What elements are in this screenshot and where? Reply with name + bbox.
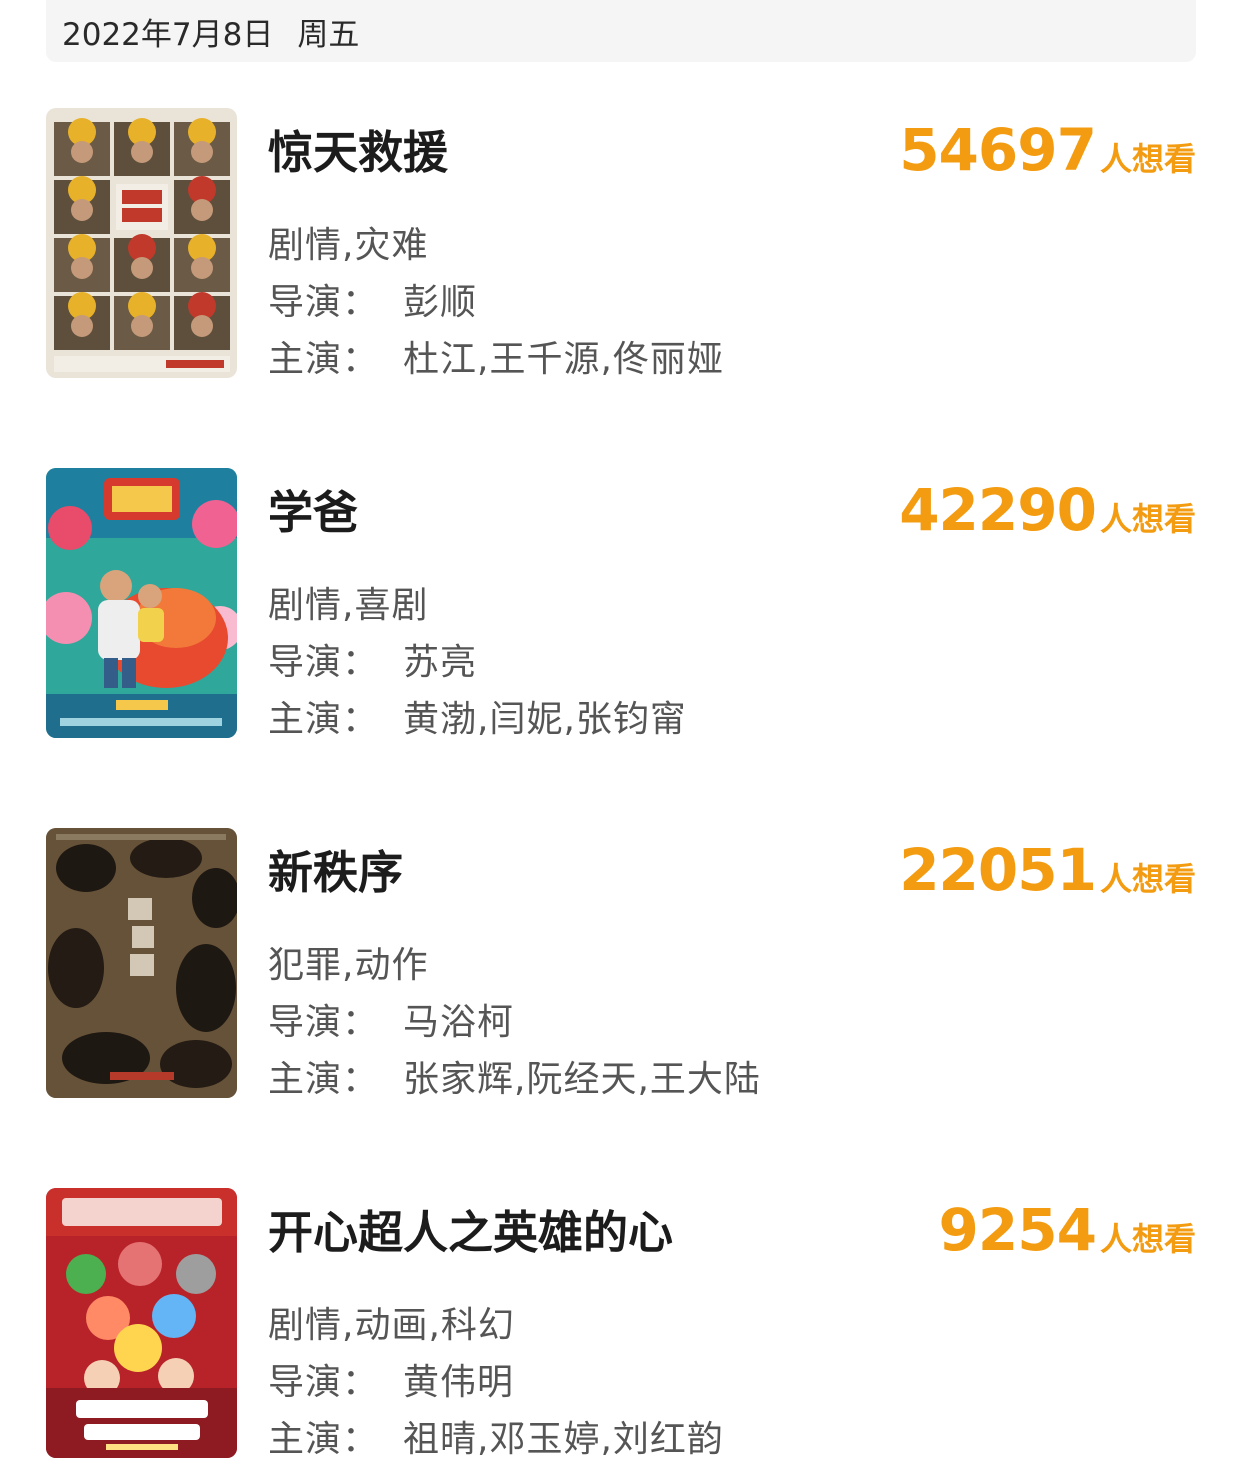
movie-title[interactable]: 学爸 <box>268 476 358 541</box>
want-to-watch-count: 22051 人想看 <box>899 836 1196 904</box>
movie-poster[interactable] <box>46 468 237 738</box>
want-count-number: 42290 <box>899 476 1097 544</box>
movie-director: 导演： 苏亮 <box>268 633 477 685</box>
date-text: 2022年7月8日 <box>62 16 274 53</box>
movie-item[interactable]: 开心超人之英雄的心 9254 人想看 剧情,动画,科幻 导演： 黄伟明 主演： 祖晴… <box>46 1188 1196 1460</box>
colorful-family-poster-icon <box>46 468 237 738</box>
director-name: 马浴柯 <box>403 1002 515 1043</box>
cast-names: 杜江,王千源,佟丽娅 <box>403 339 724 380</box>
movie-title[interactable]: 惊天救援 <box>268 116 448 181</box>
movie-director: 导演： 彭顺 <box>268 273 477 325</box>
cast-names: 张家辉,阮经天,王大陆 <box>403 1059 761 1100</box>
want-count-suffix: 人想看 <box>1099 140 1196 178</box>
movie-genres: 剧情,喜剧 <box>268 585 429 626</box>
cast-label: 主演： <box>268 1419 380 1460</box>
movie-cast: 主演： 张家辉,阮经天,王大陆 <box>268 1050 761 1102</box>
director-label: 导演： <box>268 1362 380 1403</box>
want-to-watch-count: 54697 人想看 <box>899 116 1196 184</box>
director-label: 导演： <box>268 1002 380 1043</box>
director-label: 导演： <box>268 642 380 683</box>
movie-genres: 剧情,动画,科幻 <box>268 1305 515 1346</box>
movie-cast: 主演： 黄渤,闫妮,张钧甯 <box>268 690 687 742</box>
cast-label: 主演： <box>268 1059 380 1100</box>
movie-director: 导演： 马浴柯 <box>268 993 514 1045</box>
cast-label: 主演： <box>268 339 380 380</box>
dark-crime-poster-icon <box>46 828 237 1098</box>
movie-poster[interactable] <box>46 108 237 378</box>
want-count-number: 22051 <box>899 836 1097 904</box>
movie-cast: 主演： 祖晴,邓玉婷,刘红韵 <box>268 1410 724 1462</box>
firefighters-poster-icon <box>46 108 237 378</box>
weekday-text: 周五 <box>297 16 360 53</box>
movie-item[interactable]: 学爸 42290 人想看 剧情,喜剧 导演： 苏亮 主演： 黄渤,闫妮,张钧甯 <box>46 468 1196 740</box>
want-to-watch-count: 9254 人想看 <box>939 1196 1196 1264</box>
movie-title[interactable]: 开心超人之英雄的心 <box>268 1196 673 1261</box>
director-name: 苏亮 <box>403 642 478 683</box>
movie-item[interactable]: 新秩序 22051 人想看 犯罪,动作 导演： 马浴柯 主演： 张家辉,阮经天,王大… <box>46 828 1196 1100</box>
movie-item[interactable]: 惊天救援 54697 人想看 剧情,灾难 导演： 彭顺 主演： 杜江,王千源,佟丽娅 <box>46 108 1196 380</box>
cast-names: 黄渤,闫妮,张钧甯 <box>403 699 687 740</box>
want-count-number: 54697 <box>899 116 1097 184</box>
movie-title[interactable]: 新秩序 <box>268 836 403 901</box>
want-count-number: 9254 <box>938 1196 1097 1264</box>
date-header: 2022年7月8日 周五 <box>46 0 1196 62</box>
movie-director: 导演： 黄伟明 <box>268 1353 514 1405</box>
want-count-suffix: 人想看 <box>1099 500 1196 538</box>
movie-poster[interactable] <box>46 828 237 1098</box>
want-count-suffix: 人想看 <box>1099 1220 1196 1258</box>
want-count-suffix: 人想看 <box>1099 860 1196 898</box>
movie-cast: 主演： 杜江,王千源,佟丽娅 <box>268 330 724 382</box>
animated-heroes-poster-icon <box>46 1188 237 1458</box>
movie-poster[interactable] <box>46 1188 237 1458</box>
director-name: 彭顺 <box>403 282 478 323</box>
movie-genres: 犯罪,动作 <box>268 945 429 986</box>
movie-genres: 剧情,灾难 <box>268 225 429 266</box>
cast-label: 主演： <box>268 699 380 740</box>
want-to-watch-count: 42290 人想看 <box>899 476 1196 544</box>
director-name: 黄伟明 <box>403 1362 515 1403</box>
director-label: 导演： <box>268 282 380 323</box>
cast-names: 祖晴,邓玉婷,刘红韵 <box>403 1419 724 1460</box>
